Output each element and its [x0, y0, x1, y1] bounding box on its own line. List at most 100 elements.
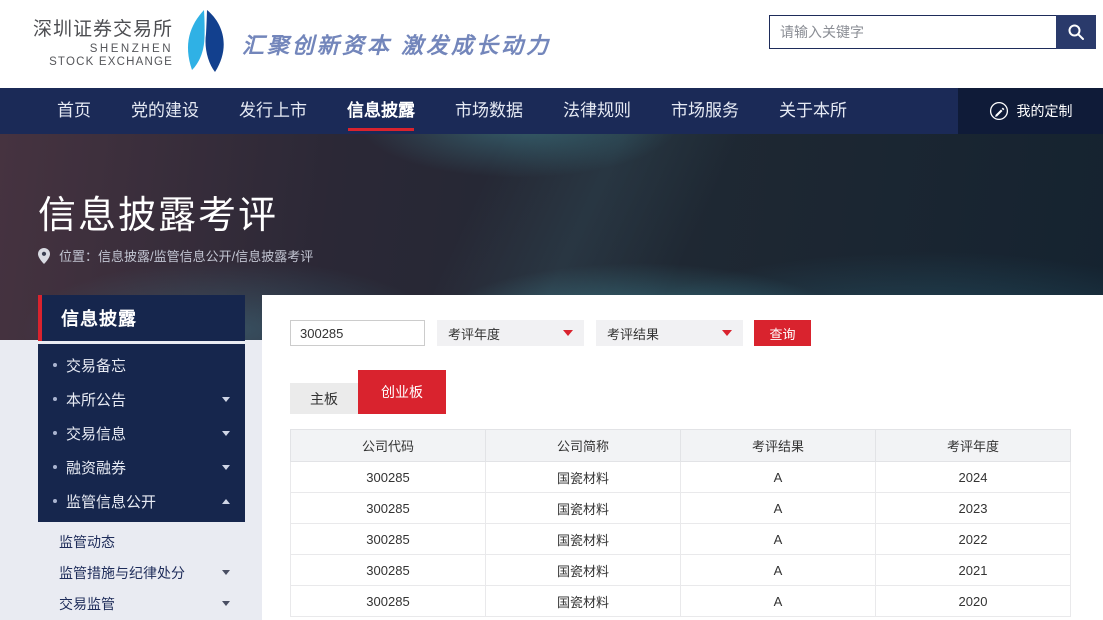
sidebar-subitem-label: 监管动态 [59, 532, 115, 552]
nav-item[interactable]: 发行上市 [239, 88, 307, 134]
logo-title-en1: SHENZHEN [33, 43, 173, 56]
nav-list: 首页党的建设发行上市信息披露市场数据法律规则市场服务关于本所 [57, 88, 887, 134]
site-search [769, 15, 1096, 49]
breadcrumb-text: 位置：信息披露/监管信息公开/信息披露考评 [59, 246, 313, 265]
sidebar-title-label: 信息披露 [61, 305, 137, 331]
filter-bar: 考评年度 考评结果 查询 [290, 320, 1075, 346]
sidebar-item-label: 监管信息公开 [66, 491, 156, 512]
my-customization-button[interactable]: 我的定制 [958, 88, 1103, 134]
table-cell: A [681, 586, 876, 617]
table-cell: 国瓷材料 [486, 555, 681, 586]
evaluation-result-dropdown-label: 考评结果 [607, 324, 659, 343]
tab[interactable]: 创业板 [358, 370, 446, 414]
page-title: 信息披露考评 [38, 184, 278, 239]
table-header-row: 公司代码公司简称考评结果考评年度 [291, 430, 1071, 462]
table-cell: A [681, 462, 876, 493]
chevron-down-icon [222, 601, 230, 606]
table-row: 300285国瓷材料A2021 [291, 555, 1071, 586]
sidebar-submenu: 监管动态监管措施与纪律处分交易监管 [38, 522, 245, 619]
sidebar-item[interactable]: 交易备忘 [38, 348, 245, 382]
logo-text: 深圳证券交易所 SHENZHEN STOCK EXCHANGE [33, 19, 173, 69]
szse-logo[interactable]: 深圳证券交易所 SHENZHEN STOCK EXCHANGE [33, 16, 228, 72]
table-cell: 300285 [291, 462, 486, 493]
query-button[interactable]: 查询 [754, 320, 811, 346]
sidebar-subitem[interactable]: 监管措施与纪律处分 [38, 557, 245, 588]
table-cell: 2020 [876, 586, 1071, 617]
bullet-icon [53, 465, 57, 469]
table-cell: 国瓷材料 [486, 493, 681, 524]
nav-item[interactable]: 法律规则 [563, 88, 631, 134]
szse-leaf-logo-icon [182, 10, 228, 72]
my-customization-label: 我的定制 [1017, 101, 1073, 121]
lower-section: 信息披露 交易备忘本所公告交易信息融资融券监管信息公开 监管动态监管措施与纪律处… [0, 295, 1103, 620]
table-cell: 2022 [876, 524, 1071, 555]
table-cell: A [681, 493, 876, 524]
breadcrumb: 位置：信息披露/监管信息公开/信息披露考评 [38, 246, 313, 265]
sidebar-item[interactable]: 本所公告 [38, 382, 245, 416]
brand-slogan: 汇聚创新资本 激发成长动力 [242, 28, 551, 60]
chevron-down-icon [222, 431, 230, 436]
table-row: 300285国瓷材料A2024 [291, 462, 1071, 493]
table-cell: 国瓷材料 [486, 524, 681, 555]
sidebar-item-label: 交易备忘 [66, 355, 126, 376]
nav-item[interactable]: 信息披露 [347, 88, 415, 134]
sidebar-item-label: 融资融券 [66, 457, 126, 478]
top-header: 深圳证券交易所 SHENZHEN STOCK EXCHANGE 汇聚创新资本 激… [0, 0, 1103, 88]
evaluation-result-dropdown[interactable]: 考评结果 [596, 320, 743, 346]
table-cell: 2021 [876, 555, 1071, 586]
table-cell: 2024 [876, 462, 1071, 493]
sidebar-item[interactable]: 交易信息 [38, 416, 245, 450]
nav-item[interactable]: 关于本所 [779, 88, 847, 134]
content-card: 考评年度 考评结果 查询 主板创业板 公司代码公司简称考评结果考评年度30028… [262, 295, 1103, 620]
chevron-down-icon [222, 570, 230, 575]
table-cell: 2023 [876, 493, 1071, 524]
chevron-down-icon [222, 465, 230, 470]
chevron-up-icon [222, 499, 230, 504]
evaluation-year-dropdown[interactable]: 考评年度 [437, 320, 584, 346]
nav-item[interactable]: 市场数据 [455, 88, 523, 134]
board-tabs: 主板创业板 [290, 370, 1075, 414]
evaluation-year-dropdown-label: 考评年度 [448, 324, 500, 343]
table-row: 300285国瓷材料A2023 [291, 493, 1071, 524]
page: 深圳证券交易所 SHENZHEN STOCK EXCHANGE 汇聚创新资本 激… [0, 0, 1103, 620]
sidebar-title: 信息披露 [38, 295, 245, 341]
table-row: 300285国瓷材料A2022 [291, 524, 1071, 555]
sidebar-subitem[interactable]: 交易监管 [38, 588, 245, 619]
bullet-icon [53, 363, 57, 367]
bullet-icon [53, 431, 57, 435]
sidebar: 信息披露 交易备忘本所公告交易信息融资融券监管信息公开 监管动态监管措施与纪律处… [38, 295, 245, 619]
main-nav: 首页党的建设发行上市信息披露市场数据法律规则市场服务关于本所 我的定制 [0, 88, 1103, 134]
customize-icon [989, 101, 1009, 121]
nav-item[interactable]: 市场服务 [671, 88, 739, 134]
table-header-cell: 公司代码 [291, 430, 486, 462]
nav-item[interactable]: 首页 [57, 88, 91, 134]
location-pin-icon [38, 248, 50, 264]
table-header-cell: 公司简称 [486, 430, 681, 462]
sidebar-subitem-label: 交易监管 [59, 594, 115, 614]
logo-title-cn: 深圳证券交易所 [33, 19, 173, 41]
site-search-button[interactable] [1056, 15, 1096, 49]
table-cell: 300285 [291, 586, 486, 617]
company-code-input[interactable] [290, 320, 425, 346]
sidebar-item[interactable]: 监管信息公开 [38, 484, 245, 518]
table-cell: 300285 [291, 524, 486, 555]
results-table-wrap: 公司代码公司简称考评结果考评年度300285国瓷材料A2024300285国瓷材… [290, 429, 1075, 617]
table-cell: A [681, 524, 876, 555]
results-table: 公司代码公司简称考评结果考评年度300285国瓷材料A2024300285国瓷材… [290, 429, 1071, 617]
sidebar-subitem-label: 监管措施与纪律处分 [59, 563, 185, 583]
search-icon [1067, 23, 1085, 41]
sidebar-menu: 交易备忘本所公告交易信息融资融券监管信息公开 [38, 344, 245, 522]
table-row: 300285国瓷材料A2020 [291, 586, 1071, 617]
sidebar-subitem[interactable]: 监管动态 [38, 526, 245, 557]
table-cell: 国瓷材料 [486, 462, 681, 493]
table-header-cell: 考评年度 [876, 430, 1071, 462]
site-search-input[interactable] [769, 15, 1056, 49]
nav-item[interactable]: 党的建设 [131, 88, 199, 134]
sidebar-item-label: 交易信息 [66, 423, 126, 444]
chevron-down-icon [722, 330, 732, 336]
sidebar-item[interactable]: 融资融券 [38, 450, 245, 484]
tab[interactable]: 主板 [290, 383, 358, 414]
sidebar-item-label: 本所公告 [66, 389, 126, 410]
logo-title-en2: STOCK EXCHANGE [33, 56, 173, 69]
table-cell: 国瓷材料 [486, 586, 681, 617]
